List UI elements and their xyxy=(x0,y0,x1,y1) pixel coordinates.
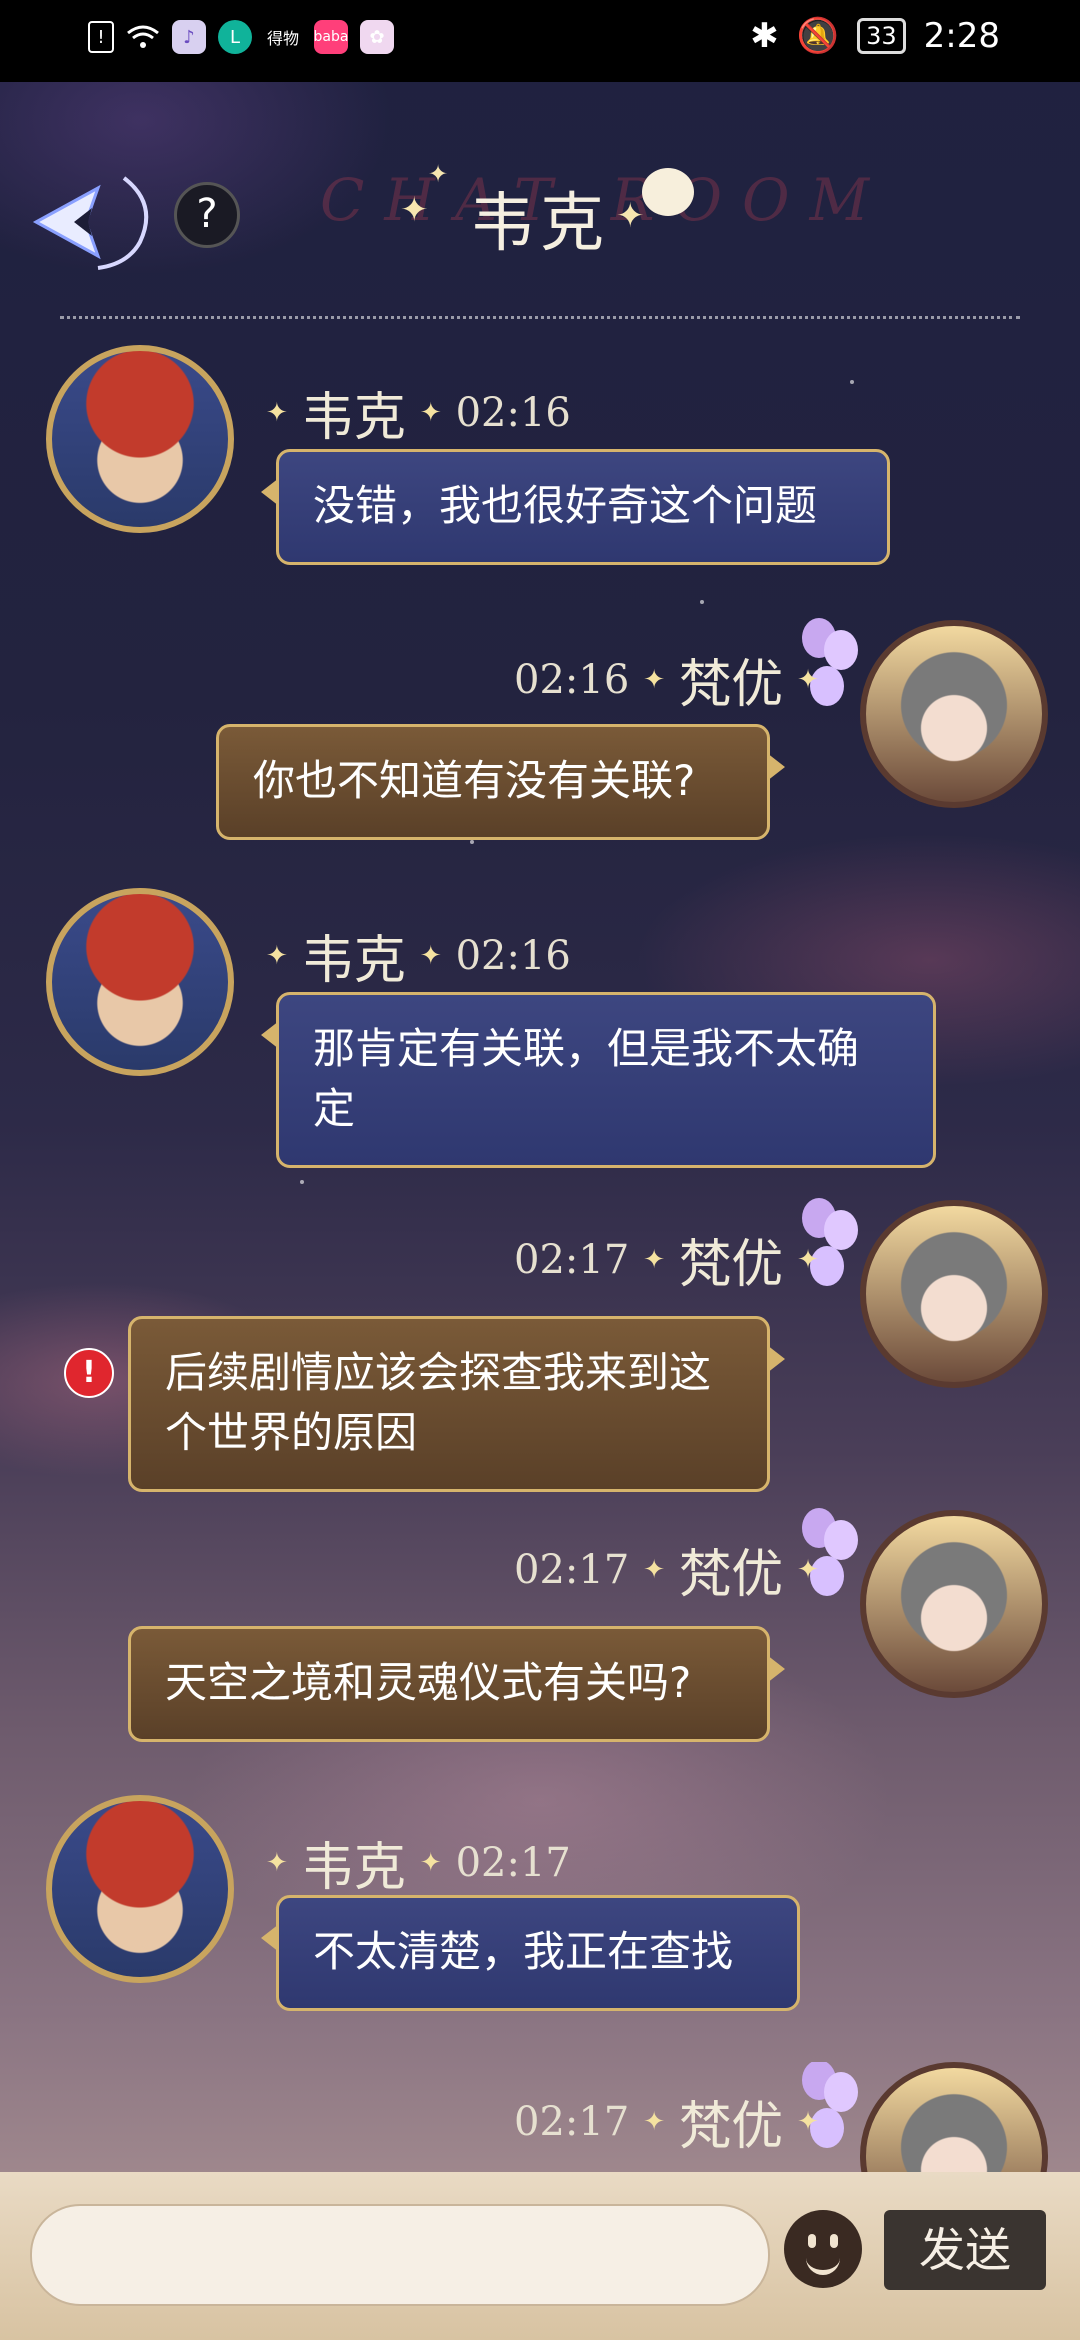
bubble-tail xyxy=(261,1021,279,1049)
message-bubble[interactable]: 你也不知道有没有关联? xyxy=(216,724,785,840)
header-divider xyxy=(60,316,1020,319)
message-meta: ✦ 韦克 ✦ 02:16 xyxy=(266,375,571,450)
sparkle-icon: ✦ xyxy=(266,940,288,971)
emoji-icon[interactable] xyxy=(784,2210,862,2288)
sparkle-icon: ✦ xyxy=(616,196,645,236)
message-time: 02:16 xyxy=(455,389,571,436)
sparkle-icon: ✦ xyxy=(419,397,442,428)
message-meta: ✦ 韦克 ✦ 02:16 xyxy=(266,918,571,993)
sim-alert-icon: ! xyxy=(88,21,114,53)
message-text: 后续剧情应该会探查我来到这个世界的原因 xyxy=(165,1348,712,1457)
bluetooth-icon: ✱ xyxy=(750,16,779,56)
status-left: ! ♪ L 得物 baba ✿ xyxy=(88,20,394,54)
message-meta: 02:17 ✦ 梵优 ✦ xyxy=(514,1532,819,1607)
bubble-tail xyxy=(767,1655,785,1683)
message-row: ✦ 韦克 ✦ 02:16 没错，我也很好奇这个问题 xyxy=(0,345,1080,585)
message-time: 02:17 xyxy=(514,2098,630,2145)
message-row: 02:17 ✦ 梵优 ✦ xyxy=(0,2062,1080,2172)
sparkle-icon: ✦ xyxy=(797,1244,819,1275)
avatar-fanyou[interactable] xyxy=(860,2062,1048,2172)
clock: 2:28 xyxy=(923,16,1000,56)
flower-app-icon: ✿ xyxy=(360,20,394,54)
sparkle-icon: ✦ xyxy=(419,940,442,971)
message-time: 02:16 xyxy=(455,932,571,979)
message-meta: ✦ 韦克 ✦ 02:17 xyxy=(266,1825,571,1900)
bubble-tail xyxy=(767,1345,785,1373)
sparkle-icon: ✦ xyxy=(797,664,819,695)
battery-icon: 33 xyxy=(857,18,906,54)
avatar-wake[interactable] xyxy=(46,345,234,533)
message-input[interactable] xyxy=(30,2204,770,2306)
avatar-fanyou[interactable] xyxy=(860,1510,1048,1698)
message-text: 你也不知道有没有关联? xyxy=(253,756,696,805)
message-row: 02:17 ✦ 梵优 ✦ ! 后续剧情应该会探查我来到这个世界的原因 xyxy=(0,1198,1080,1500)
sparkle-icon: ✦ xyxy=(643,664,666,695)
message-row: 02:16 ✦ 梵优 ✦ 你也不知道有没有关联? xyxy=(0,618,1080,850)
bubble-tail xyxy=(261,478,279,506)
message-time: 02:17 xyxy=(455,1839,571,1886)
sparkle-icon: ✦ xyxy=(643,1554,666,1585)
sender-name: 梵优 xyxy=(679,655,784,715)
status-bar: ! ♪ L 得物 baba ✿ ✱ 🔕 33 2:28 xyxy=(0,0,1080,82)
music-icon: ♪ xyxy=(172,20,206,54)
message-bubble[interactable]: 后续剧情应该会探查我来到这个世界的原因 xyxy=(128,1316,785,1492)
avatar-wake[interactable] xyxy=(46,1795,234,1983)
bubble-tail xyxy=(261,1924,279,1952)
sparkle-icon: ✦ xyxy=(419,1847,442,1878)
sparkle-icon: ✦ xyxy=(266,397,288,428)
input-bar: 发送 xyxy=(0,2172,1080,2340)
message-row: ✦ 韦克 ✦ 02:17 不太清楚，我正在查找 xyxy=(0,1795,1080,2025)
sparkle-icon: ✦ xyxy=(643,2106,666,2137)
status-right: ✱ 🔕 33 2:28 xyxy=(750,16,1000,56)
message-bubble[interactable]: 不太清楚，我正在查找 xyxy=(261,1895,800,2011)
message-text: 那肯定有关联，但是我不太确定 xyxy=(313,1024,860,1133)
message-meta: 02:16 ✦ 梵优 ✦ xyxy=(514,642,819,717)
sender-name: 韦克 xyxy=(301,388,406,448)
sender-name: 梵优 xyxy=(679,1545,784,1605)
avatar-wake[interactable] xyxy=(46,888,234,1076)
message-time: 02:17 xyxy=(514,1236,630,1283)
chat-bubble-icon xyxy=(642,168,694,216)
send-failed-icon[interactable]: ! xyxy=(64,1348,114,1398)
dewu-icon: 得物 xyxy=(266,29,299,48)
send-button[interactable]: 发送 xyxy=(884,2210,1046,2290)
sparkle-icon: ✦ xyxy=(266,1847,288,1878)
mute-icon: 🔕 xyxy=(796,16,840,56)
message-text: 天空之境和灵魂仪式有关吗? xyxy=(165,1658,692,1707)
message-text: 不太清楚，我正在查找 xyxy=(313,1927,734,1976)
page-title: 韦克 xyxy=(470,187,610,261)
message-bubble[interactable]: 天空之境和灵魂仪式有关吗? xyxy=(128,1626,785,1742)
sparkle-icon: ✦ xyxy=(643,1244,666,1275)
bubble-tail xyxy=(767,753,785,781)
message-row: 02:17 ✦ 梵优 ✦ 天空之境和灵魂仪式有关吗? xyxy=(0,1508,1080,1750)
sender-name: 梵优 xyxy=(679,2097,784,2157)
avatar-fanyou[interactable] xyxy=(860,1200,1048,1388)
message-meta: 02:17 ✦ 梵优 ✦ xyxy=(514,2084,819,2159)
sender-name: 梵优 xyxy=(679,1235,784,1295)
sparkle-icon: ✦ xyxy=(797,1554,819,1585)
avatar-fanyou[interactable] xyxy=(860,620,1048,808)
message-row: ✦ 韦克 ✦ 02:16 那肯定有关联，但是我不太确定 xyxy=(0,888,1080,1178)
baba-icon: baba xyxy=(314,20,348,54)
sender-name: 韦克 xyxy=(301,931,406,991)
l-app-icon: L xyxy=(218,20,252,54)
sparkle-icon: ✦ xyxy=(797,2106,819,2137)
message-bubble[interactable]: 那肯定有关联，但是我不太确定 xyxy=(261,992,936,1168)
message-time: 02:16 xyxy=(514,656,630,703)
message-meta: 02:17 ✦ 梵优 ✦ xyxy=(514,1222,819,1297)
message-bubble[interactable]: 没错，我也很好奇这个问题 xyxy=(261,449,890,565)
wifi-icon xyxy=(126,20,160,54)
chat-header: ? CHAT ROOM ✦ ✦ 韦克 ✦ xyxy=(0,150,1080,290)
message-text: 没错，我也很好奇这个问题 xyxy=(313,481,818,530)
sender-name: 韦克 xyxy=(301,1838,406,1898)
message-time: 02:17 xyxy=(514,1546,630,1593)
